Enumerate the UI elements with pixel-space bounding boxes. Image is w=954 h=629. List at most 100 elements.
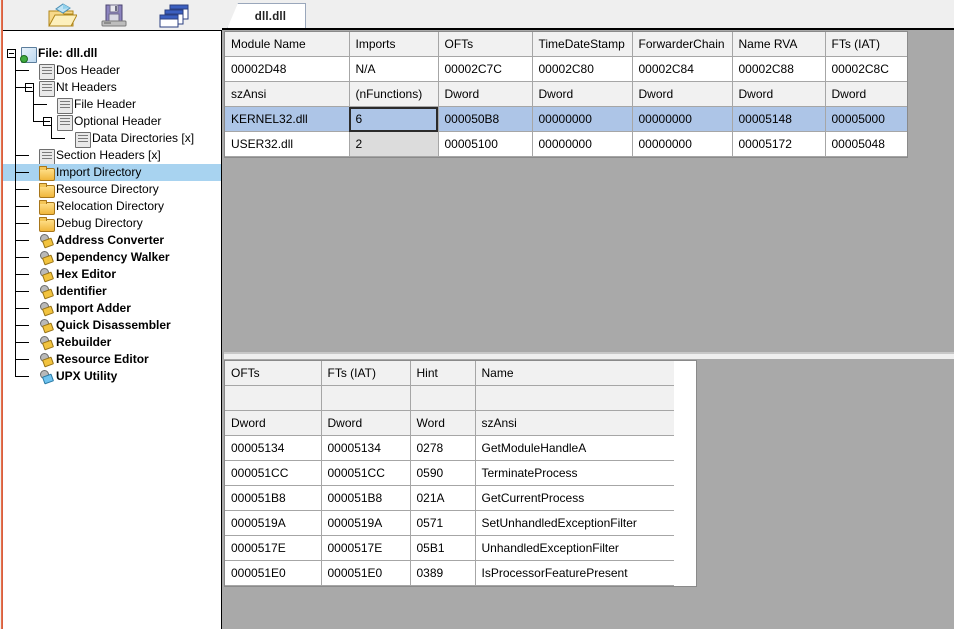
imported-function-cell[interactable]: 0000517E [321,535,411,561]
tree-item-hex-editor[interactable]: Hex Editor [3,266,221,283]
import-module-cell[interactable]: 00005148 [732,106,826,132]
imported-function-cell[interactable]: 000051CC [321,460,411,486]
import-module-cell[interactable]: 00000000 [532,131,633,157]
import-module-cell[interactable]: USER32.dll [225,131,350,157]
column-header-cell[interactable]: Imports [349,32,439,57]
imported-function-cell[interactable]: 0278 [410,435,476,461]
import-module-cell[interactable]: 2 [349,131,439,157]
column-header-cell[interactable]: TimeDateStamp [532,32,633,57]
imported-function-cell[interactable]: IsProcessorFeaturePresent [475,560,674,586]
imported-function-cell[interactable]: GetCurrentProcess [475,485,674,511]
import-module-cell[interactable]: 00005100 [438,131,533,157]
import-module-cell[interactable]: 00000000 [532,106,633,132]
field-type-cell: Dword [225,410,322,436]
import-module-cell[interactable]: KERNEL32.dll [225,106,350,132]
page-icon [39,149,55,165]
column-header-cell[interactable]: Hint [410,361,476,386]
imported-function-cell[interactable]: 0000517E [225,535,322,561]
import-module-cell[interactable]: 6 [349,106,439,132]
imported-function-cell[interactable]: 00005134 [225,435,322,461]
tree-item-upx-utility[interactable]: UPX Utility [3,368,221,385]
tab-label: dll.dll [254,10,287,23]
imported-function-row[interactable]: 000051CC 000051CC 0590 TerminateProcess [225,460,674,486]
imported-function-cell[interactable]: UnhandledExceptionFilter [475,535,674,561]
tree-expander-minus-icon[interactable] [25,83,34,92]
imported-function-cell[interactable]: 0571 [410,510,476,536]
tree-item-rebuilder[interactable]: Rebuilder [3,334,221,351]
imported-function-cell[interactable]: SetUnhandledExceptionFilter [475,510,674,536]
imported-function-cell[interactable]: 000051E0 [321,560,411,586]
import-module-cell[interactable]: 00000000 [632,131,733,157]
column-header-cell[interactable]: FTs (IAT) [825,32,907,57]
imported-function-cell[interactable]: TerminateProcess [475,460,674,486]
imported-function-cell[interactable]: 000051B8 [225,485,322,511]
field-type-cell: Dword [321,410,411,436]
tree-item-data-directories-x[interactable]: Data Directories [x] [3,130,221,148]
imported-function-cell[interactable]: 000051B8 [321,485,411,511]
tree-item-import-adder[interactable]: Import Adder [3,300,221,317]
tree-item-section-headers-x[interactable]: Section Headers [x] [3,147,221,165]
field-offset-cell: 00002C80 [532,56,633,82]
imported-function-cell[interactable]: 0389 [410,560,476,586]
imported-function-row[interactable]: 000051B8 000051B8 021A GetCurrentProcess [225,485,674,511]
column-header-row[interactable]: Module Name Imports OFTs TimeDateStamp Forwa… [225,32,907,57]
tree-item-resource-directory[interactable]: Resource Directory [3,181,221,198]
tree-expander-minus-icon[interactable] [7,49,16,58]
import-module-cell[interactable]: 00005048 [825,131,907,157]
imported-function-cell[interactable]: 0000519A [225,510,322,536]
import-module-row[interactable]: KERNEL32.dll 6 000050B8 00000000 00000000 000… [225,106,907,132]
imported-function-cell[interactable]: 000051E0 [225,560,322,586]
tree-item-dependency-walker[interactable]: Dependency Walker [3,249,221,266]
imported-function-row[interactable]: 000051E0 000051E0 0389 IsProcessorFeaturePr… [225,560,674,586]
tree-item-debug-directory[interactable]: Debug Directory [3,215,221,232]
page-icon [57,98,73,114]
tree-item-identifier[interactable]: Identifier [3,283,221,300]
imported-function-row[interactable]: 00005134 00005134 0278 GetModuleHandleA [225,435,674,461]
tree-item-nt-headers[interactable]: Nt Headers [3,79,221,97]
import-module-cell[interactable]: 00000000 [632,106,733,132]
imported-function-cell[interactable]: GetModuleHandleA [475,435,674,461]
tree-item-label: Resource Editor [56,352,149,366]
tab-dll-dll[interactable]: dll.dll [227,3,306,29]
import-module-cell[interactable]: 00005172 [732,131,826,157]
field-type-cell: Dword [825,81,907,107]
column-header-cell[interactable]: OFTs [225,361,322,386]
column-header-cell[interactable]: FTs (IAT) [321,361,411,386]
column-header-cell[interactable]: ForwarderChain [632,32,733,57]
tree-item-label: Import Directory [56,165,142,179]
tree-item-file-header[interactable]: File Header [3,96,221,114]
imported-function-cell[interactable]: 000051CC [225,460,322,486]
imported-function-cell[interactable]: 021A [410,485,476,511]
save-file-button[interactable] [97,1,131,31]
tree-item-relocation-directory[interactable]: Relocation Directory [3,198,221,215]
tree-item-address-converter[interactable]: Address Converter [3,232,221,249]
import-module-row[interactable]: USER32.dll 2 00005100 00000000 00000000 00005… [225,131,907,157]
tree-item-import-directory[interactable]: Import Directory [3,164,221,181]
tree-item-file-dll-dll[interactable]: File: dll.dll [3,45,221,63]
open-file-button[interactable] [45,1,79,31]
tree-expander-minus-icon[interactable] [43,117,52,126]
column-header-cell[interactable]: Name [475,361,674,386]
column-header-cell[interactable]: Module Name [225,32,350,57]
imported-function-row[interactable]: 0000517E 0000517E 05B1 UnhandledExceptionFi… [225,535,674,561]
cascade-windows-button[interactable] [158,1,192,31]
import-module-cell[interactable]: 000050B8 [438,106,533,132]
column-header-row[interactable]: OFTs FTs (IAT) Hint Name [225,361,674,386]
column-header-cell[interactable]: Name RVA [732,32,826,57]
imported-function-cell[interactable]: 0000519A [321,510,411,536]
column-header-cell[interactable]: OFTs [438,32,533,57]
tree-item-label: UPX Utility [56,369,118,383]
tree-item-optional-header[interactable]: Optional Header [3,113,221,131]
import-directory-grid[interactable]: Module Name Imports OFTs TimeDateStamp Forwa… [224,31,908,158]
imported-function-cell[interactable]: 0590 [410,460,476,486]
imported-function-cell[interactable]: 05B1 [410,535,476,561]
imported-function-cell[interactable]: 00005134 [321,435,411,461]
panel-splitter[interactable] [224,354,954,359]
tree-item-quick-disassembler[interactable]: Quick Disassembler [3,317,221,334]
tree-item-resource-editor[interactable]: Resource Editor [3,351,221,368]
structure-tree-panel[interactable]: File: dll.dll Dos Header Nt Headers File He… [3,30,222,629]
import-module-cell[interactable]: 00005000 [825,106,907,132]
imported-function-row[interactable]: 0000519A 0000519A 0571 SetUnhandledExceptio… [225,510,674,536]
tree-item-dos-header[interactable]: Dos Header [3,62,221,80]
imported-functions-grid[interactable]: OFTs FTs (IAT) Hint Name Dword Dword Word szAns… [224,360,697,587]
